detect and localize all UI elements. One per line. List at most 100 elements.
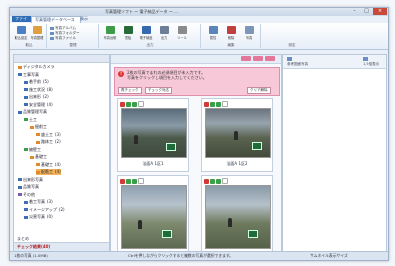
tree-item[interactable]: 出来形 (2) [24,94,49,100]
tab-file[interactable]: ファイル [12,16,32,27]
empty-badge-icon [222,178,228,184]
import-settings-button[interactable]: 取込設定 [14,26,28,42]
photo-card[interactable] [117,175,189,253]
organize-button[interactable]: 写真整理 [30,26,44,42]
thumbnail-panel: ! 2枚の写真でまれの必須項目が未入力です。 写真をクリックし項目を入力してくだ… [110,54,282,253]
tree-item[interactable]: その他 [18,192,35,198]
tree-item-count: (0) [47,214,53,219]
wrench-icon [177,26,187,34]
zoom-label[interactable]: 1,5倍表示 [363,62,379,67]
recheck-button[interactable]: 再チェック [118,87,142,94]
folder-icon [24,118,28,121]
view-mode-button-3[interactable] [265,56,275,61]
photo-thumbnail [121,108,187,158]
zoom-icon[interactable] [363,57,368,61]
tree-item-label: 基礎工 [35,154,47,159]
ok-badge-icon [210,102,215,107]
delete-button[interactable]: 削除 [224,26,238,42]
tree-item-count: (3) [55,131,61,137]
close-icon[interactable]: × [373,8,387,15]
app-window: 写真管理ソフト ー 電子納品データ ー ... – □ × ファイル 写真管理デ… [9,7,389,261]
tree-item[interactable]: 基礎工 [30,154,47,160]
card-badges [120,101,145,107]
photo-card[interactable] [201,175,273,253]
attributes-button[interactable]: 属性 [206,26,220,42]
folder-icon [24,148,28,151]
check-response-button[interactable]: チェック対応 [145,87,172,94]
photo-thumbnail [121,185,187,249]
tree-item-label: 土工 [29,116,37,122]
tree-item[interactable]: イメージアップ (2) [24,207,65,213]
folder-icon [24,80,28,84]
e-delivery-button[interactable]: 電子納品 [139,26,153,42]
tree-item[interactable]: 品質管理写真 [18,109,47,115]
folder-icon [18,193,22,196]
tree-item[interactable]: 出来形写真 [18,177,43,183]
folder-icon [18,110,22,114]
worker-figure [138,220,142,229]
thumbnail-toolbar [111,55,281,64]
reference-photo-icon[interactable] [287,57,292,61]
output-button[interactable]: 出力 [157,26,171,42]
tree-item-label: 安全管理 [29,101,45,107]
folder-icon [32,26,42,34]
tree-item[interactable]: 路体工 (2) [36,139,61,145]
folder-icon [18,65,22,69]
file-icon [50,36,54,40]
tree-item[interactable]: 擁壁工 [24,147,41,153]
clear-release-button[interactable]: クリア解除 [247,87,271,94]
ribbon-group-organize: 写真アルバム 写真フォルダー 写真ファイル 整理 [48,24,99,48]
tab-home[interactable]: 写真管理データベース [31,16,81,23]
photo-file-item[interactable]: 写真ファイル [50,36,76,41]
check-result-bar[interactable]: チェック結果(40) [14,242,109,251]
tree-item[interactable]: 品質写真 [18,184,39,190]
view-mode-button-2[interactable] [253,56,263,61]
tree-item[interactable]: 基礎工 (4) [36,162,61,168]
tree-item[interactable]: 着工写真 (3) [24,199,53,205]
tree-item-label: 着手前 [29,79,41,84]
tree-item[interactable]: 掘削工 [30,124,47,130]
tree-item-label: 路体工 [41,139,53,144]
tree-item-count: (2) [43,94,49,99]
card-badges [120,178,145,184]
blackboard-figure [166,143,176,151]
status-left: 1枚の写真 (1.0MB) [14,253,48,258]
ledger-button[interactable]: 写真台帳 [103,26,117,42]
maximize-icon[interactable]: □ [361,8,372,15]
photo-thumbnail [205,185,271,249]
tab-view[interactable]: 表示 [77,16,109,22]
tree-item[interactable]: 災害写真 (0) [24,214,53,220]
check-result-label: チェック結果(40) [17,244,51,249]
tree-item-label: 災害写真 [29,214,45,219]
folder-icon [18,178,22,181]
blackboard-figure [252,142,262,150]
photo-button[interactable]: 写真 [242,26,256,42]
photo-card[interactable]: 法面A 1区1 [117,98,189,172]
tree-item-label: ディジタルカメラ [23,64,55,69]
tag-icon [208,26,218,34]
empty-badge-icon [138,101,144,107]
tree-item-count: (4) [55,169,61,174]
tree-item[interactable]: 施工状況 (8) [24,87,53,93]
photo-card[interactable]: 法面A 1区2 [201,98,273,172]
tools-button[interactable]: ツール [175,26,189,42]
tree-item-label: 施工状況 [29,86,45,92]
tree-item[interactable]: 盛土工 (3) [36,132,61,138]
tree-item-label: 掘削工 [35,124,47,129]
tree-item[interactable]: 着手前 (5) [24,79,49,85]
tree-item-label: 品質管理写真 [23,109,47,114]
tree-item[interactable]: 工事写真 [18,72,39,78]
tree-item-label: 出来形写真 [23,176,43,182]
tree-item[interactable]: 土工 [24,117,37,123]
minimize-icon[interactable]: – [349,8,360,15]
tree-item[interactable]: ディジタルカメラ [18,64,55,70]
tree-item[interactable]: 配筋工 (4) [36,169,61,175]
view-mode-button-1[interactable] [241,56,251,61]
printer-icon [159,26,169,34]
tree-item[interactable]: 安全管理 (4) [24,102,53,108]
blackboard-button[interactable]: 黒板 [121,26,135,42]
photo-caption: 法面A 1区2 [226,161,248,166]
folder-icon [24,88,28,91]
tree-item-count: (2) [58,206,65,212]
thumbnail-size-label[interactable]: サムネイル表示サイズ [310,252,348,260]
